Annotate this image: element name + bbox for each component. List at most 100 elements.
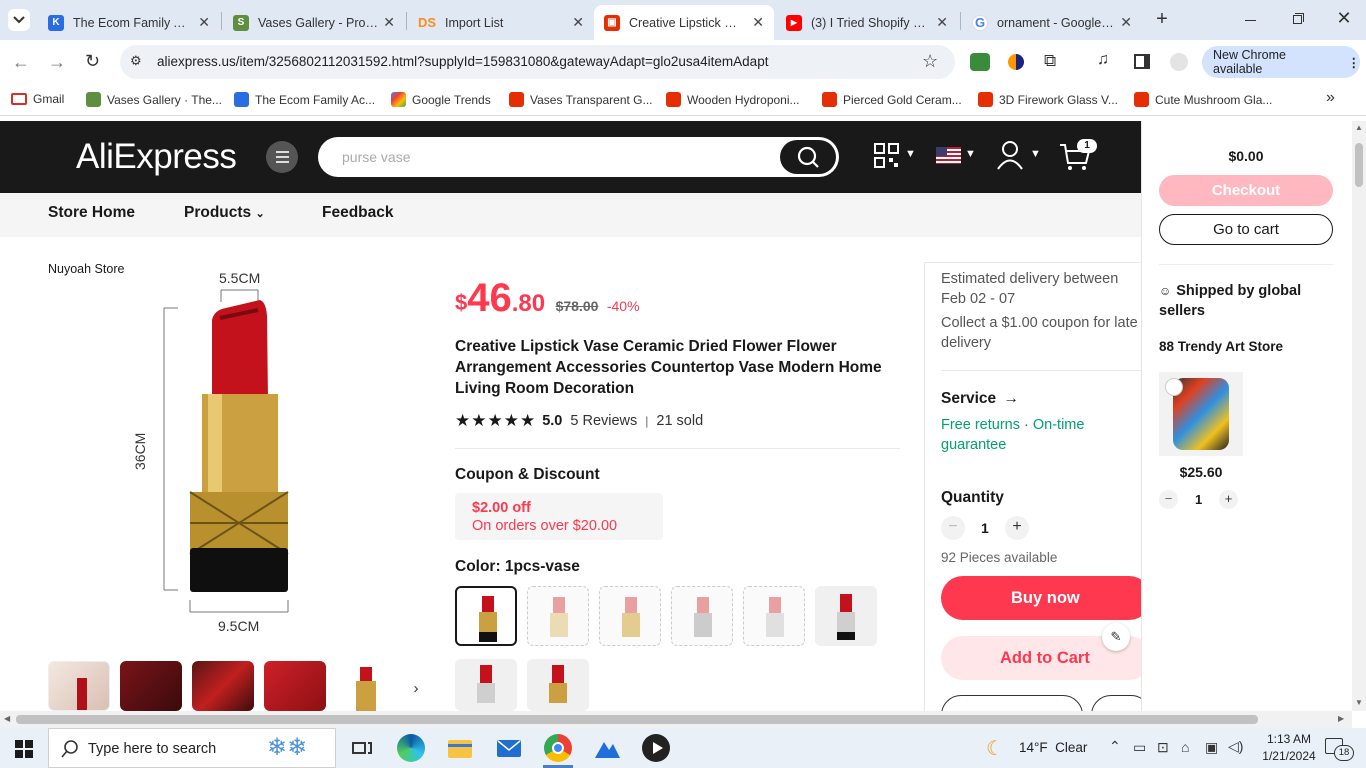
color-option-7[interactable]: [455, 659, 517, 711]
bookmark-vases-gallery[interactable]: Vases Gallery · The...: [86, 92, 222, 107]
quantity-value[interactable]: 1: [981, 520, 989, 536]
increase-button[interactable]: +: [1219, 490, 1238, 509]
coupon-card[interactable]: $2.00 off On orders over $20.00: [455, 493, 663, 540]
bookmark-pierced-gold[interactable]: Pierced Gold Ceram...: [822, 92, 962, 107]
clock-time[interactable]: 1:13 AM: [1261, 732, 1317, 746]
thumbnail-1[interactable]: [48, 661, 110, 711]
minimize-button[interactable]: [1236, 10, 1264, 30]
products-menu[interactable]: Products ⌄: [184, 204, 265, 222]
reload-button[interactable]: ↻: [85, 51, 100, 72]
thumbnail-2[interactable]: [120, 661, 182, 711]
quantity-stepper[interactable]: − 1 +: [941, 516, 1041, 540]
search-input[interactable]: purse vase: [318, 137, 839, 177]
tab-vases-gallery[interactable]: S Vases Gallery - Produc ✕: [223, 5, 405, 40]
aliexpress-logo[interactable]: AliExpress: [76, 137, 237, 177]
close-icon[interactable]: ✕: [383, 14, 395, 31]
side-panel-icon[interactable]: [1134, 54, 1150, 69]
url-text[interactable]: aliexpress.us/item/3256802112031592.html…: [157, 54, 768, 69]
close-icon[interactable]: ✕: [1120, 14, 1132, 31]
bookmark-wooden-hydroponic[interactable]: Wooden Hydroponi...: [666, 92, 800, 107]
close-icon[interactable]: ✕: [752, 14, 764, 31]
tab-lipstick-vase[interactable]: ▣ Creative Lipstick Vase ✕: [594, 5, 774, 40]
cart-item-qty[interactable]: 1: [1195, 492, 1202, 507]
restore-button[interactable]: [1283, 10, 1311, 30]
decrease-button[interactable]: −: [1159, 490, 1178, 509]
show-hidden-icons-chevron[interactable]: ⌃: [1109, 738, 1121, 755]
media-controls-icon[interactable]: ♫: [1097, 51, 1109, 69]
taskbar-search-box[interactable]: Type here to search ❄❄: [48, 728, 336, 768]
cart-quantity-stepper[interactable]: − 1 +: [1159, 490, 1239, 510]
bookmark-star-icon[interactable]: ☆: [922, 51, 938, 72]
bookmark-firework-glass[interactable]: 3D Firework Glass V...: [978, 92, 1118, 107]
file-explorer-icon[interactable]: [446, 734, 474, 762]
checkout-button[interactable]: Checkout: [1159, 175, 1333, 206]
service-link[interactable]: Service →: [941, 390, 1019, 408]
cart-item-image[interactable]: [1159, 372, 1243, 456]
buy-now-button[interactable]: Buy now: [941, 576, 1141, 620]
thumbnails-next-button[interactable]: ›: [405, 678, 427, 700]
cart-store-name[interactable]: 88 Trendy Art Store: [1159, 339, 1283, 354]
tab-ecom-family[interactable]: K The Ecom Family Acad ✕: [38, 5, 220, 40]
qr-code-icon[interactable]: [874, 143, 900, 169]
color-option-1[interactable]: [455, 586, 517, 646]
screen-icon[interactable]: ⊡: [1157, 739, 1169, 756]
close-icon[interactable]: ✕: [936, 14, 948, 31]
omnibox[interactable]: ⚙ aliexpress.us/item/3256802112031592.ht…: [120, 45, 955, 79]
task-view-icon[interactable]: [348, 734, 376, 762]
more-bookmarks-icon[interactable]: »: [1326, 89, 1335, 107]
cart-icon[interactable]: 1: [1058, 139, 1097, 171]
back-button[interactable]: ←: [12, 52, 30, 73]
account-icon[interactable]: [996, 140, 1024, 170]
color-option-2[interactable]: [527, 586, 589, 646]
select-item-checkbox[interactable]: [1165, 378, 1183, 396]
color-option-6[interactable]: [815, 586, 877, 646]
tab-youtube[interactable]: ▶ (3) I Tried Shopify Dro ✕: [776, 5, 958, 40]
weather-text[interactable]: 14°F Clear: [1019, 740, 1087, 755]
horizontal-scrollbar[interactable]: ◀ ▶: [0, 711, 1352, 728]
us-flag-icon[interactable]: [936, 147, 961, 164]
windows-start-icon[interactable]: [15, 740, 33, 758]
network-icon[interactable]: ⌂: [1181, 739, 1189, 755]
thumbnail-4[interactable]: [264, 661, 326, 711]
reviews-link[interactable]: 5 Reviews: [570, 413, 637, 429]
scroll-down-arrow[interactable]: ▼: [1355, 698, 1363, 707]
tab-search-button[interactable]: [8, 9, 30, 31]
profile-avatar[interactable]: [1170, 53, 1188, 71]
thumbnail-3[interactable]: [192, 661, 254, 711]
color-option-5[interactable]: [743, 586, 805, 646]
close-icon[interactable]: ✕: [572, 14, 584, 31]
close-icon[interactable]: ✕: [198, 14, 210, 31]
media-player-icon[interactable]: [642, 734, 670, 762]
category-menu-button[interactable]: [266, 141, 298, 173]
notification-center-icon[interactable]: 18: [1325, 738, 1354, 761]
bookmark-ecom-family[interactable]: The Ecom Family Ac...: [234, 92, 375, 107]
chrome-icon[interactable]: [544, 734, 572, 762]
go-to-cart-button[interactable]: Go to cart: [1159, 214, 1333, 245]
tab-import-list[interactable]: DS Import List ✕: [408, 5, 594, 40]
color-option-8[interactable]: [527, 659, 589, 711]
new-chrome-button[interactable]: New Chrome available ⋮: [1202, 46, 1360, 78]
ethernet-icon[interactable]: ▣: [1205, 739, 1218, 756]
wishlist-button[interactable]: [1091, 695, 1141, 711]
store-name[interactable]: Nuyoah Store: [48, 262, 124, 276]
scroll-left-arrow[interactable]: ◀: [4, 714, 10, 723]
tab-google-search[interactable]: G ornament - Google Se ✕: [962, 5, 1142, 40]
share-button[interactable]: [941, 695, 1083, 711]
weather-moon-icon[interactable]: ☾: [986, 736, 1004, 761]
bookmark-cute-mushroom[interactable]: Cute Mushroom Gla...: [1134, 92, 1272, 107]
new-tab-button[interactable]: +: [1150, 8, 1174, 32]
vertical-scroll-thumb[interactable]: [1355, 143, 1363, 187]
bookmark-vases-transparent[interactable]: Vases Transparent G...: [509, 92, 653, 107]
bookmark-gmail[interactable]: Gmail: [11, 92, 64, 106]
color-option-3[interactable]: [599, 586, 661, 646]
extensions-puzzle-icon[interactable]: ⧉: [1044, 51, 1056, 71]
app-mountain-icon[interactable]: [593, 734, 621, 762]
volume-icon[interactable]: ◁): [1228, 738, 1243, 755]
thumbnail-5[interactable]: [336, 661, 398, 711]
increase-button[interactable]: +: [1005, 516, 1029, 540]
extension-glasses-icon[interactable]: [970, 53, 990, 71]
product-main-image[interactable]: 5.5CM 36CM 9.5CM: [130, 260, 430, 650]
horizontal-scroll-thumb[interactable]: [16, 715, 1258, 724]
forward-button[interactable]: →: [48, 52, 66, 73]
store-home-link[interactable]: Store Home: [48, 204, 135, 222]
